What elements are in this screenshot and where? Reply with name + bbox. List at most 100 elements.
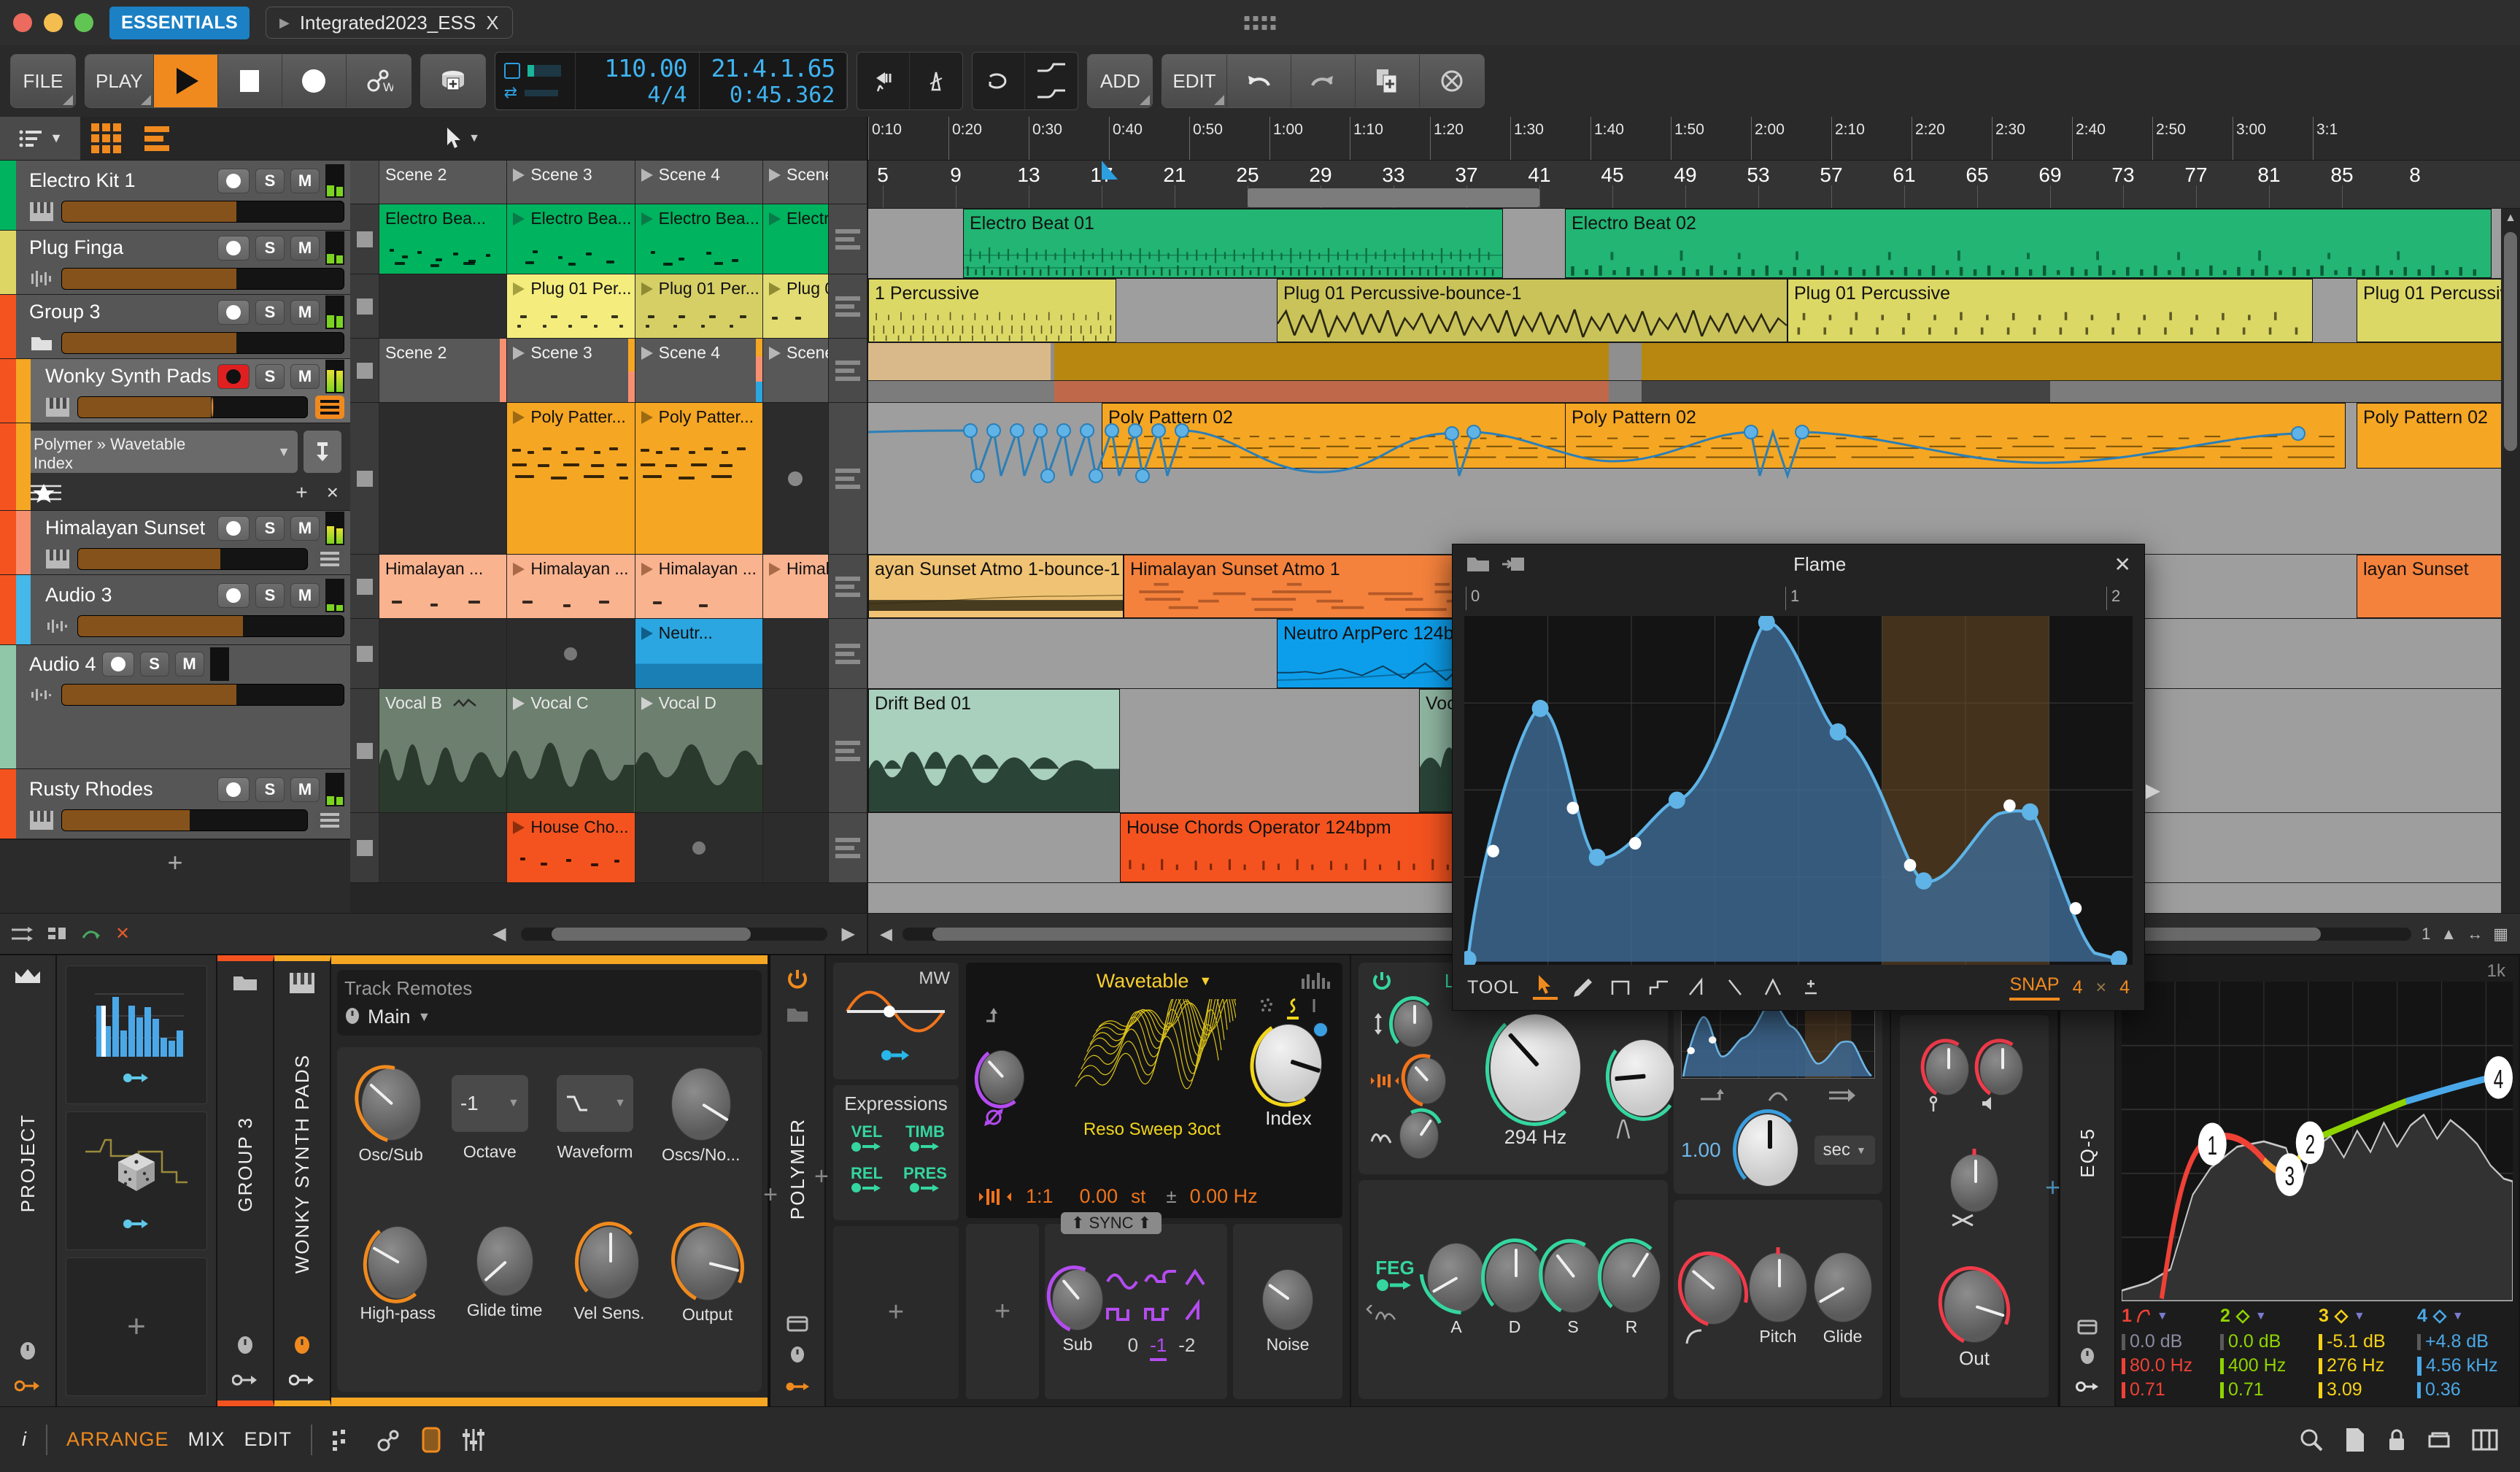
collection-icon[interactable] xyxy=(2427,1427,2453,1452)
play-project-icon[interactable]: ▶ xyxy=(279,15,290,31)
mod-unit-select[interactable]: sec ▼ xyxy=(1814,1136,1875,1165)
loop-fade-group[interactable] xyxy=(972,52,1079,110)
wavetable-mode-wave-icon[interactable] xyxy=(1287,998,1299,1020)
track-header-group-3[interactable]: Group 3 S M xyxy=(0,295,350,359)
pin-icon[interactable] xyxy=(304,431,341,473)
solo-button[interactable]: S xyxy=(255,582,285,608)
clip-cell[interactable]: Vocal D xyxy=(635,689,763,812)
sub-octave-minus1[interactable]: -1 xyxy=(1150,1334,1167,1361)
mute-button[interactable]: M xyxy=(290,515,320,541)
noise-panel[interactable]: Noise xyxy=(1233,1224,1342,1399)
clip-cell[interactable]: Vocal B xyxy=(379,689,508,812)
flame-modulator-popup[interactable]: Flame ✕ 0 1 2 ▶ TOOL SNAP 4 × 4 xyxy=(1452,544,2160,1011)
file-button[interactable]: FILE xyxy=(11,55,75,107)
track-stop-button[interactable] xyxy=(350,403,379,554)
chevron-down-icon[interactable]: ▼ xyxy=(614,1097,626,1110)
bar-ruler[interactable]: 5 9 13 17 21 25 29 33 37 41 45 49 53 57 … xyxy=(868,161,2520,209)
add-device-button[interactable]: + xyxy=(814,1163,829,1191)
volume-fader[interactable] xyxy=(61,684,344,706)
filter-lfo-amount[interactable] xyxy=(1370,1101,1452,1170)
clip-cell-empty[interactable] xyxy=(762,813,829,882)
ramp-down-shape-icon[interactable] xyxy=(1723,975,1747,1000)
track-stop-button[interactable] xyxy=(350,274,379,338)
sync-icon[interactable] xyxy=(978,1186,1013,1208)
mod-amount-value[interactable]: 1.00 xyxy=(1681,1138,1721,1162)
delete-icon[interactable] xyxy=(1419,55,1484,107)
ramp-up-shape-icon[interactable] xyxy=(1685,975,1709,1000)
add-button[interactable]: ADD xyxy=(1088,55,1153,107)
grid-view-icon[interactable] xyxy=(80,117,131,160)
arrangement-lane-group-2[interactable] xyxy=(868,381,2520,403)
automation-parameter-select[interactable]: Polymer » Wavetable Index ▼ xyxy=(26,431,298,473)
envelope-shape-icon[interactable] xyxy=(1366,1305,1424,1322)
folder-icon[interactable] xyxy=(786,1005,809,1024)
remote-knob-output[interactable]: Output xyxy=(659,1211,756,1325)
triangle-shape-icon[interactable] xyxy=(1760,975,1785,1000)
scroll-left-icon[interactable]: ◀ xyxy=(492,923,506,944)
pointer-tool-icon[interactable] xyxy=(1532,975,1558,1000)
minimize-window-icon[interactable] xyxy=(44,13,63,32)
scroll-up-icon[interactable]: ▲ xyxy=(2504,212,2517,225)
clip-cell[interactable]: Himalayan ... xyxy=(635,555,763,618)
clip-cell-empty[interactable] xyxy=(379,813,508,882)
expression-vel[interactable]: VEL xyxy=(840,1122,893,1155)
layout-icon[interactable] xyxy=(786,1314,808,1333)
chevron-down-icon[interactable]: ▼ xyxy=(277,444,290,460)
modulation-route-icon[interactable] xyxy=(1377,1279,1413,1291)
power-icon[interactable] xyxy=(786,967,808,992)
track-header-rusty-rhodes[interactable]: Rusty Rhodes S M xyxy=(0,769,350,839)
loop-icon[interactable] xyxy=(973,53,1026,109)
flame-curve-editor[interactable]: ▶ xyxy=(1464,616,2160,965)
solo-button[interactable]: S xyxy=(255,299,285,325)
clip-cell-empty[interactable] xyxy=(762,403,829,554)
wavetable-mode-grain-icon[interactable] xyxy=(1259,998,1275,1020)
clip-options-icon[interactable] xyxy=(828,204,867,274)
expression-rel[interactable]: REL xyxy=(840,1164,893,1197)
filter-resonance-knob[interactable] xyxy=(1601,1030,1685,1140)
arrangement-clip[interactable]: Drift Bed 01 xyxy=(868,689,1120,812)
track-header-audio-4[interactable]: Audio 4 S M xyxy=(0,645,350,769)
add-automation-lane-button[interactable]: + xyxy=(295,481,307,504)
play-button[interactable] xyxy=(153,55,218,107)
track-header-himalayan-sunset[interactable]: Himalayan Sunset S M xyxy=(0,511,350,575)
amp-curve-knob[interactable] xyxy=(1664,1238,1763,1345)
solo-button[interactable]: S xyxy=(255,235,285,261)
automation-lane-toggle[interactable] xyxy=(315,395,344,419)
mod-mode-row[interactable] xyxy=(1681,1087,1875,1103)
sub-octave-minus2[interactable]: -2 xyxy=(1178,1334,1195,1361)
expression-pres[interactable]: PRES xyxy=(899,1164,951,1197)
clip-cell-empty[interactable] xyxy=(507,619,635,688)
automation-toggle-icon[interactable] xyxy=(375,1427,401,1452)
track-list-menu-button[interactable]: ▼ xyxy=(0,117,80,160)
stop-all-button[interactable] xyxy=(350,161,379,204)
modulation-route-icon[interactable] xyxy=(122,1216,151,1232)
arrangement-clip[interactable]: layan Sunset xyxy=(2357,555,2520,618)
mute-button[interactable]: M xyxy=(290,777,320,802)
track-name[interactable]: Audio 3 xyxy=(45,584,212,606)
modulator-icon[interactable] xyxy=(789,1345,806,1367)
chevron-down-icon[interactable]: ▼ xyxy=(418,1009,431,1025)
horizontal-scrollbar[interactable] xyxy=(520,927,827,941)
view-tab-arrange[interactable]: ARRANGE xyxy=(66,1428,169,1451)
fx-reverb-knob[interactable] xyxy=(1968,1033,2035,1113)
arrangement-lane-group[interactable] xyxy=(868,343,2520,381)
add-device-button[interactable]: + xyxy=(763,1181,778,1209)
square-shape-icon[interactable] xyxy=(1609,975,1634,1000)
osc-semitone-value[interactable]: 0.00 xyxy=(1080,1185,1118,1208)
osc-ratio-value[interactable]: 1:1 xyxy=(1026,1185,1054,1208)
mute-button[interactable]: M xyxy=(290,363,320,389)
clip-cell-empty[interactable] xyxy=(379,403,508,554)
edit-button[interactable]: EDIT xyxy=(1162,55,1227,107)
eq-band-2[interactable]: 2 ▼ 0.0 dB 400 Hz 0.71 xyxy=(2220,1306,2316,1400)
mod-mode-forward-icon[interactable] xyxy=(1828,1087,1857,1103)
track-header-plug-finga[interactable]: Plug Finga S M xyxy=(0,231,350,295)
position-display[interactable]: 21.4.1.65 0:45.362 xyxy=(700,53,848,109)
clip-cell-empty[interactable] xyxy=(379,619,508,688)
clip-launcher-toggle-icon[interactable] xyxy=(331,1428,356,1452)
metronome-group[interactable] xyxy=(857,52,964,110)
close-icon[interactable]: X xyxy=(486,12,498,34)
clip-cell[interactable]: Vocal C xyxy=(507,689,635,812)
tempo-display[interactable]: 110.00 4/4 xyxy=(576,53,700,109)
position-beats-value[interactable]: 21.4.1.65 xyxy=(711,54,836,82)
eq-curve[interactable]: 1 2 3 4 xyxy=(2122,982,2513,1301)
